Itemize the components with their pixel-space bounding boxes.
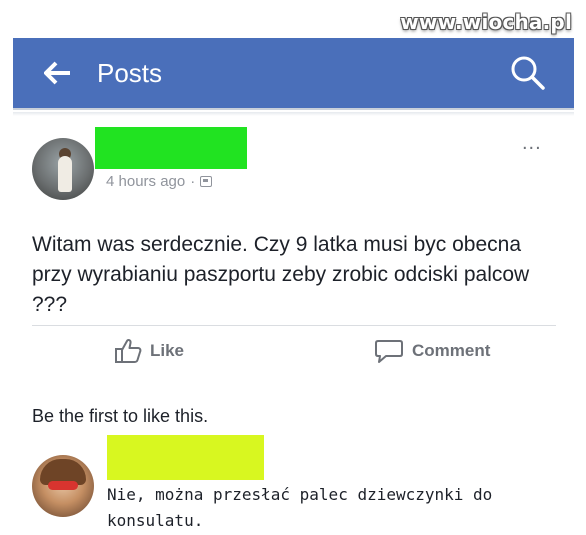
- comment-body-text: Nie, można przesłać palec dziewczynki do…: [107, 485, 493, 530]
- search-icon: [511, 56, 545, 90]
- post-timestamp[interactable]: 4 hours ago: [106, 173, 185, 190]
- commenter-avatar[interactable]: [32, 455, 94, 517]
- post-body-text: Witam was serdecznie. Czy 9 latka musi b…: [32, 233, 530, 316]
- comment-button[interactable]: Comment: [374, 338, 490, 364]
- author-name-redacted[interactable]: [95, 127, 247, 169]
- friends-icon: [200, 176, 213, 187]
- more-options-button[interactable]: ...: [522, 133, 542, 153]
- avatar-figure: [58, 156, 72, 192]
- likes-summary[interactable]: Be the first to like this.: [32, 406, 208, 427]
- post-actions: Like Comment: [0, 338, 586, 378]
- site-watermark: www.wiocha.pl: [400, 10, 572, 34]
- thumbs-up-icon: [115, 338, 142, 363]
- page-title: Posts: [97, 57, 163, 88]
- post-meta: 4 hours ago ·: [106, 173, 213, 190]
- comment-bubble-icon: [375, 340, 403, 363]
- post-divider: [32, 325, 556, 326]
- back-button[interactable]: [37, 52, 79, 94]
- like-button[interactable]: Like: [114, 338, 184, 364]
- app-header: Posts: [13, 38, 574, 108]
- commenter-name-redacted[interactable]: [107, 435, 264, 480]
- arrow-left-icon: [44, 61, 70, 85]
- author-avatar[interactable]: [32, 138, 94, 200]
- avatar-glasses: [48, 481, 78, 490]
- comment-label: Comment: [412, 341, 491, 360]
- search-button[interactable]: [504, 49, 552, 97]
- meta-separator: ·: [190, 173, 196, 190]
- like-label: Like: [150, 341, 185, 360]
- header-shadow: [13, 112, 574, 116]
